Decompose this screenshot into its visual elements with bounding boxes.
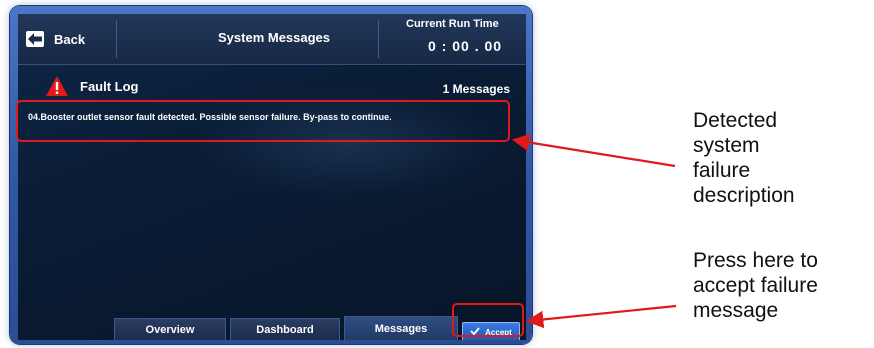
run-time-value: 0 : 00 . 00 (428, 38, 503, 54)
callout-line: Press here to (693, 249, 818, 272)
bottom-nav: Overview Dashboard Messages Accept (18, 312, 526, 340)
callout-fault-description: Detected system failure description (693, 108, 795, 208)
run-time-label: Current Run Time (406, 18, 499, 30)
divider (116, 20, 117, 58)
back-button[interactable]: Back (18, 14, 116, 64)
back-arrow-icon (26, 31, 44, 47)
divider (378, 20, 379, 58)
message-count: 1 Messages (442, 82, 510, 96)
callout-accept: Press here to accept failure message (693, 248, 818, 323)
fault-log-title: Fault Log (80, 79, 139, 94)
tab-messages[interactable]: Messages (344, 316, 458, 340)
callout-line: description (693, 184, 795, 207)
accept-button-highlight (452, 303, 524, 337)
hmi-screen: Back System Messages Current Run Time 0 … (18, 14, 526, 340)
page-title: System Messages (218, 30, 331, 45)
callout-line: system (693, 134, 760, 157)
callout-line: accept failure (693, 274, 818, 297)
warning-icon (46, 76, 68, 96)
callout-arrow-fault (511, 133, 676, 168)
callout-line: message (693, 299, 779, 322)
fault-description-highlight (16, 100, 510, 142)
top-bar: Back System Messages Current Run Time 0 … (18, 14, 526, 65)
tab-dashboard[interactable]: Dashboard (230, 318, 340, 340)
callout-line: failure (693, 159, 751, 182)
callout-arrow-accept (525, 304, 677, 329)
callout-line: Detected (693, 109, 778, 132)
tab-overview[interactable]: Overview (114, 318, 226, 340)
fault-log-header: Fault Log 1 Messages (36, 76, 516, 98)
back-label: Back (54, 31, 86, 47)
